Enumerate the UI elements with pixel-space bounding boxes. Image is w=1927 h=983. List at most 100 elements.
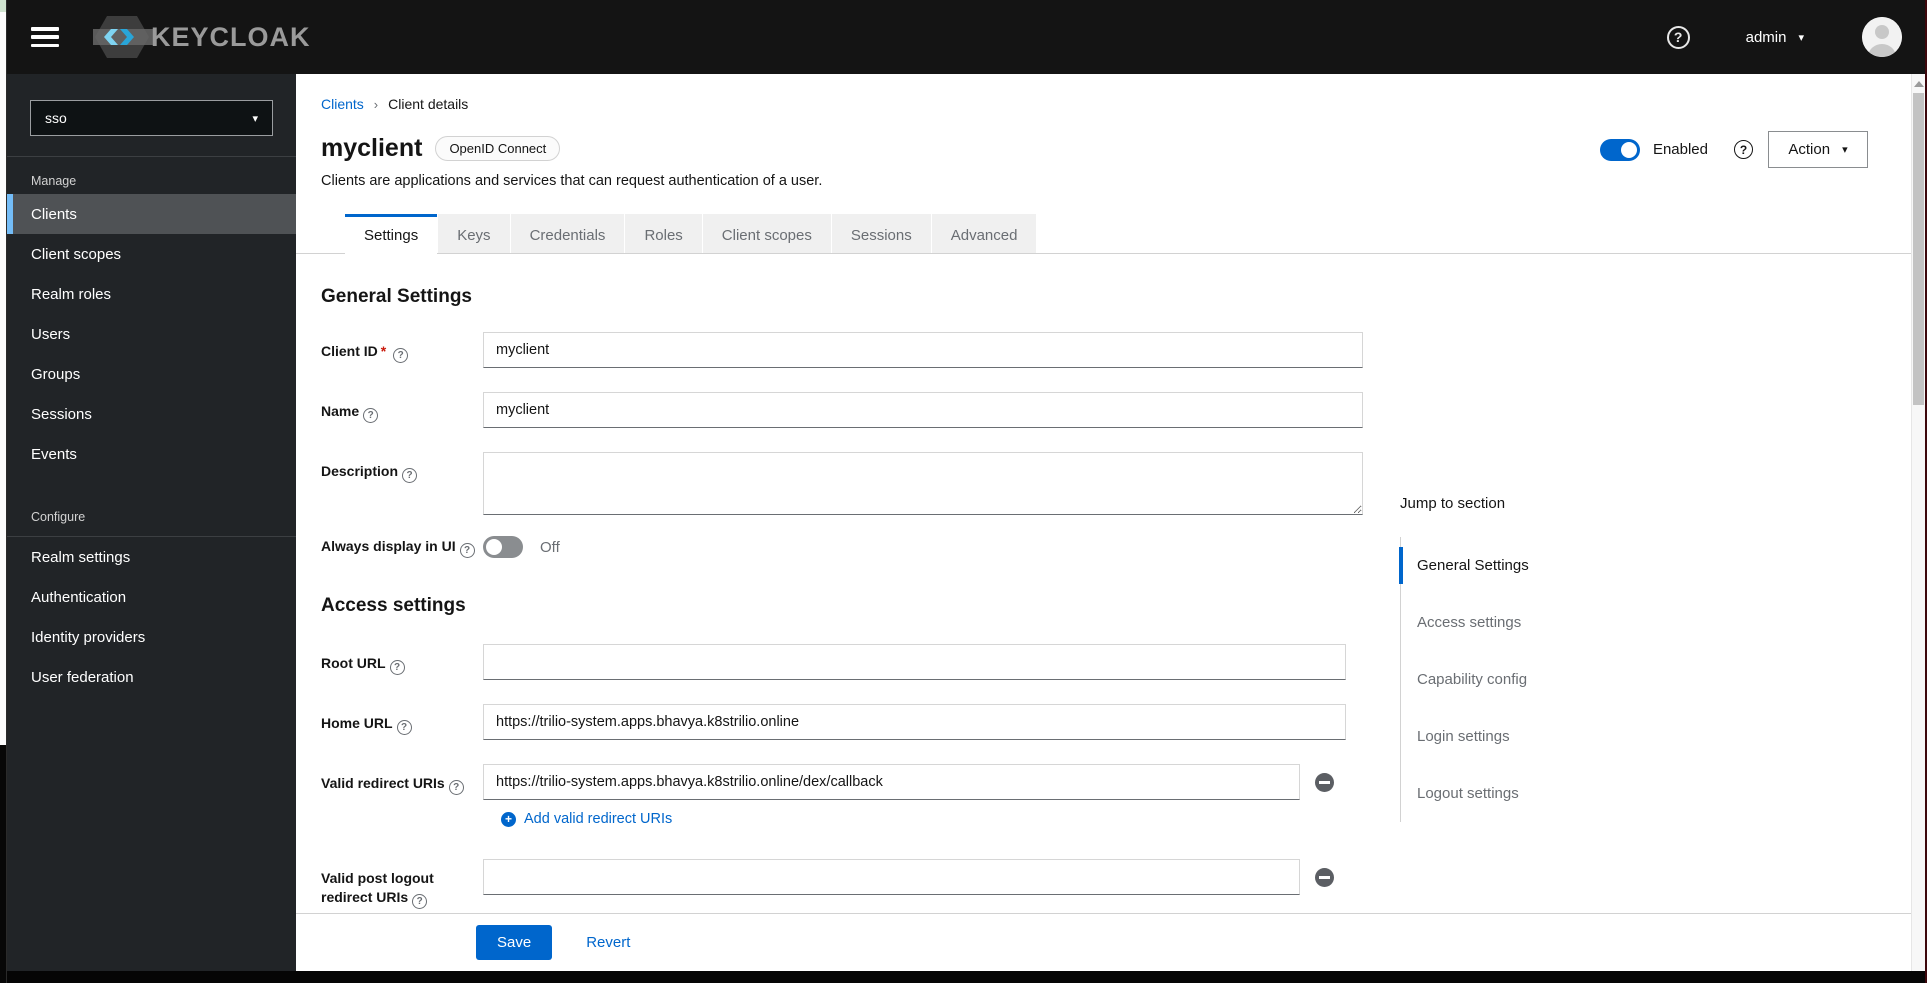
breadcrumb-separator-icon: › [373,96,379,112]
tab-sessions[interactable]: Sessions [831,214,931,253]
client-id-label: Client ID *? [321,332,483,363]
avatar[interactable] [1862,17,1902,57]
plus-circle-icon: + [501,811,516,827]
jump-to-section-title: Jump to section [1400,495,1506,512]
protocol-badge: OpenID Connect [435,135,561,161]
scrollbar-up-arrow-icon[interactable] [1914,81,1924,87]
always-display-toggle[interactable] [483,536,523,558]
help-icon[interactable]: ? [389,660,405,675]
remove-redirect-uri-button[interactable] [1315,773,1334,792]
valid-redirect-uris-label: Valid redirect URIs? [321,764,483,795]
jump-item-general-settings[interactable]: General Settings [1401,537,1700,594]
name-input[interactable] [483,392,1363,428]
keycloak-admin-console: KEYCLOAK ? admin ▾ sso ▾ Manage Clients … [0,0,1927,983]
page-title: myclient [321,134,423,162]
enabled-toggle[interactable] [1599,138,1640,161]
tab-advanced[interactable]: Advanced [931,214,1037,253]
client-id-row: Client ID *? [321,332,1911,368]
sidebar-item-realm-roles[interactable]: Realm roles [7,274,296,314]
remove-post-logout-uri-button[interactable] [1315,868,1334,887]
sidebar-item-clients[interactable]: Clients [7,194,296,234]
manage-nav: Clients Client scopes Realm roles Users … [7,194,296,474]
jump-to-section-panel: Jump to section General Settings Access … [1400,495,1700,822]
tab-client-scopes[interactable]: Client scopes [702,214,831,253]
sidebar-item-users[interactable]: Users [7,314,296,354]
top-bar-right: ? admin ▾ [1666,17,1927,57]
tab-keys[interactable]: Keys [438,214,510,253]
help-icon[interactable]: ? [448,780,464,795]
realm-selector[interactable]: sso ▾ [30,100,273,136]
header-controls: Enabled ? Action ▾ [1599,131,1868,168]
sidebar-item-client-scopes[interactable]: Client scopes [7,234,296,274]
post-logout-uris-label: Valid post logout redirect URIs? [321,870,434,909]
help-icon[interactable]: ? [402,468,418,483]
valid-redirect-uri-input[interactable] [483,764,1300,800]
jump-item-logout-settings[interactable]: Logout settings [1401,765,1700,822]
breadcrumb-clients-link[interactable]: Clients [321,96,364,112]
help-icon[interactable]: ? [363,408,379,423]
sidebar-item-identity-providers[interactable]: Identity providers [7,617,296,657]
required-asterisk: * [380,343,387,359]
client-id-input[interactable] [483,332,1363,368]
help-icon[interactable]: ? [396,720,412,735]
sidebar-item-user-federation[interactable]: User federation [7,657,296,697]
bottom-window-strip [0,971,1927,983]
username: admin [1745,28,1787,46]
action-dropdown[interactable]: Action ▾ [1768,131,1868,168]
general-settings-heading: General Settings [321,286,472,307]
help-icon[interactable]: ? [1734,140,1753,159]
top-bar: KEYCLOAK ? admin ▾ [7,0,1927,74]
sidebar-item-authentication[interactable]: Authentication [7,577,296,617]
chevron-down-icon: ▾ [1842,144,1848,156]
left-window-edge [0,0,7,983]
chevron-down-icon: ▾ [252,112,258,125]
sidebar-item-groups[interactable]: Groups [7,354,296,394]
help-icon[interactable]: ? [459,542,475,558]
jump-to-section-list: General Settings Access settings Capabil… [1400,537,1700,822]
root-url-input[interactable] [483,644,1346,680]
action-label: Action [1788,141,1831,158]
main-content: Clients › Client details myclient OpenID… [296,74,1911,971]
description-textarea[interactable] [483,452,1363,515]
name-label: Name? [321,392,483,423]
tab-bar: Settings Keys Credentials Roles Client s… [296,214,1911,254]
name-row: Name? [321,392,1911,428]
jump-item-login-settings[interactable]: Login settings [1401,708,1700,765]
breadcrumb: Clients › Client details [296,74,1911,112]
jump-item-capability-config[interactable]: Capability config [1401,651,1700,708]
description-label: Description? [321,452,483,483]
always-display-label: Always display in UI? [321,537,483,558]
scrollbar-thumb[interactable] [1913,93,1924,405]
home-url-input[interactable] [483,704,1346,740]
tab-credentials[interactable]: Credentials [510,214,625,253]
always-display-state: Off [540,538,560,556]
brand-text: KEYCLOAK [151,21,311,52]
keycloak-logo: KEYCLOAK [87,10,311,64]
tab-settings[interactable]: Settings [345,214,438,254]
save-button[interactable]: Save [476,925,553,960]
user-menu[interactable]: admin ▾ [1746,29,1804,46]
nav-section-configure: Configure [31,510,86,524]
enabled-label: Enabled [1652,141,1708,158]
sidebar-item-events[interactable]: Events [7,434,296,474]
jump-item-access-settings[interactable]: Access settings [1401,594,1700,651]
breadcrumb-current: Client details [388,96,469,112]
sidebar-item-realm-settings[interactable]: Realm settings [7,537,296,577]
page-description: Clients are applications and services th… [321,173,823,189]
configure-nav: Realm settings Authentication Identity p… [7,537,296,697]
nav-section-manage: Manage [31,174,77,188]
help-icon[interactable]: ? [393,348,409,363]
realm-name: sso [45,110,67,126]
tab-roles[interactable]: Roles [625,214,702,253]
post-logout-uris-row: Valid post logout redirect URIs? [321,859,1911,909]
revert-button[interactable]: Revert [586,934,630,951]
post-logout-uri-input[interactable] [483,859,1300,895]
help-icon[interactable]: ? [412,894,428,909]
hamburger-menu-icon[interactable] [31,27,59,47]
vertical-scrollbar[interactable] [1911,74,1925,971]
form-action-footer: Save Revert [296,913,1911,971]
home-url-label: Home URL? [321,704,483,735]
help-icon[interactable]: ? [1666,25,1690,49]
sidebar-item-sessions[interactable]: Sessions [7,394,296,434]
root-url-label: Root URL? [321,644,483,675]
